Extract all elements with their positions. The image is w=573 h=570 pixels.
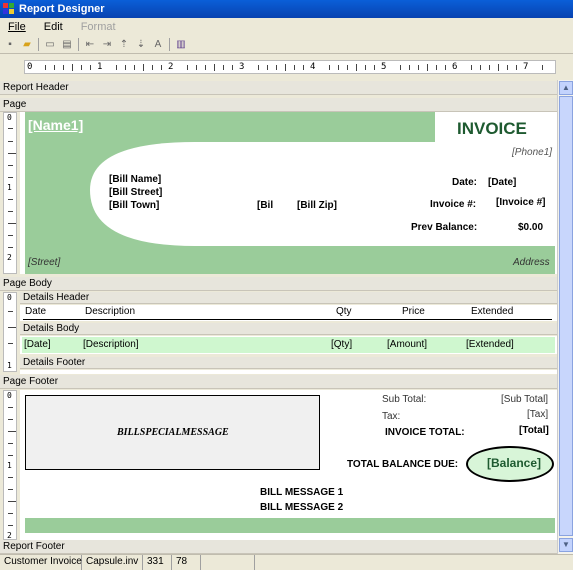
details-footer-canvas: [20, 370, 557, 374]
invoice-number-label[interactable]: Invoice #:: [430, 199, 476, 210]
invoice-total-label[interactable]: INVOICE TOTAL:: [385, 427, 465, 438]
company-name-field[interactable]: [Name1]: [28, 117, 83, 133]
save-icon[interactable]: ▪: [3, 38, 17, 51]
vertical-scrollbar[interactable]: ▲ ▼: [557, 80, 573, 554]
date-field[interactable]: [Date]: [488, 177, 516, 188]
scroll-up-icon[interactable]: ▲: [559, 81, 573, 95]
app-icon: [3, 3, 15, 15]
toolbar-separator: [78, 38, 79, 51]
vertical-ruler-page: 0 1 2: [3, 112, 17, 274]
detail-extended-field[interactable]: [Extended]: [466, 339, 514, 350]
band-report-header[interactable]: Report Header: [0, 81, 557, 95]
bill-message-2[interactable]: BILL MESSAGE 2: [260, 502, 343, 513]
bill-state-field[interactable]: [Bil: [257, 200, 273, 211]
address-label[interactable]: Address: [513, 257, 550, 268]
invoice-total-field[interactable]: [Total]: [519, 425, 549, 436]
balance-field[interactable]: [Balance]: [487, 456, 541, 470]
align-right-icon[interactable]: ⇥: [100, 38, 114, 51]
vertical-ruler-footer: 0 1 2: [3, 390, 17, 540]
band-details-footer[interactable]: Details Footer: [20, 357, 557, 369]
ruler-mark-2: 2: [168, 62, 174, 72]
band-report-footer[interactable]: Report Footer: [0, 540, 557, 554]
page-header-canvas: [Name1] INVOICE [Phone1] [Bill Name] [Bi…: [20, 112, 557, 274]
col-extended-header[interactable]: Extended: [471, 306, 513, 317]
page-footer-canvas: BILLSPECIALMESSAGE Sub Total: [Sub Total…: [20, 390, 557, 540]
status-y-position: 78: [172, 555, 201, 570]
menu-format[interactable]: Format: [81, 21, 116, 33]
prev-balance-value[interactable]: $0.00: [518, 222, 543, 233]
field-icon[interactable]: ▭: [43, 38, 57, 51]
balance-due-label[interactable]: TOTAL BALANCE DUE:: [347, 459, 458, 470]
invoice-number-field[interactable]: [Invoice #]: [496, 197, 545, 208]
bill-name-field[interactable]: [Bill Name]: [109, 174, 161, 185]
title-bar: Report Designer: [0, 0, 573, 18]
textbox-icon[interactable]: ▤: [60, 38, 74, 51]
band-page-body[interactable]: Page Body: [0, 277, 557, 291]
status-x-position: 331: [143, 555, 172, 570]
horizontal-ruler: 0 1 2 3 4 5 6 7: [24, 60, 556, 74]
band-page[interactable]: Page: [0, 98, 557, 112]
col-qty-header[interactable]: Qty: [336, 306, 352, 317]
font-size-icon[interactable]: A: [151, 38, 165, 51]
menu-bar: File Edit Format: [0, 18, 573, 36]
special-message-field[interactable]: BILLSPECIALMESSAGE: [117, 427, 229, 438]
status-file-name: Capsule.inv: [82, 555, 143, 570]
col-description-header[interactable]: Description: [85, 306, 135, 317]
ruler-mark-6: 6: [452, 62, 458, 72]
detail-description-field[interactable]: [Description]: [83, 339, 139, 350]
bill-street-field[interactable]: [Bill Street]: [109, 187, 162, 198]
ruler-mark-4: 4: [310, 62, 316, 72]
horizontal-ruler-area: 0 1 2 3 4 5 6 7: [0, 54, 573, 80]
ruler-mark-5: 5: [381, 62, 387, 72]
details-body-canvas: [Date] [Description] [Qty] [Amount] [Ext…: [20, 336, 557, 354]
status-report-name: Customer Invoice: [0, 555, 82, 570]
align-bottom-icon[interactable]: ⇣: [134, 38, 148, 51]
tax-label[interactable]: Tax:: [382, 411, 400, 422]
date-label[interactable]: Date:: [452, 177, 477, 188]
tax-field[interactable]: [Tax]: [527, 409, 548, 420]
band-page-footer[interactable]: Page Footer: [0, 375, 557, 389]
ruler-mark-1: 1: [97, 62, 103, 72]
details-header-canvas: Date Description Qty Price Extended: [20, 305, 557, 321]
scroll-down-icon[interactable]: ▼: [559, 538, 573, 552]
phone-field[interactable]: [Phone1]: [512, 147, 552, 158]
scroll-thumb[interactable]: [559, 96, 573, 536]
toolbar-separator: [169, 38, 170, 51]
menu-edit[interactable]: Edit: [44, 21, 63, 33]
status-bar: Customer Invoice Capsule.inv 331 78: [0, 554, 573, 570]
align-left-icon[interactable]: ⇤: [83, 38, 97, 51]
footer-green-bar: [25, 518, 555, 533]
window-title: Report Designer: [19, 3, 105, 15]
menu-file[interactable]: File: [8, 21, 26, 33]
ruler-mark-7: 7: [523, 62, 529, 72]
status-panel-empty: [201, 555, 255, 570]
page-setup-icon[interactable]: ▥: [174, 38, 188, 51]
band-details-body[interactable]: Details Body: [20, 323, 557, 335]
col-price-header[interactable]: Price: [402, 306, 425, 317]
invoice-title[interactable]: INVOICE: [457, 119, 527, 139]
subtotal-field[interactable]: [Sub Total]: [501, 394, 548, 405]
report-designer-surface: Report Header Page 0 1 2 [Name1] INVOICE…: [0, 80, 557, 554]
bill-message-1[interactable]: BILL MESSAGE 1: [260, 487, 343, 498]
ruler-mark-0: 0: [27, 62, 33, 72]
prev-balance-label[interactable]: Prev Balance:: [411, 222, 477, 233]
detail-qty-field[interactable]: [Qty]: [331, 339, 352, 350]
vertical-ruler-details: 01: [3, 292, 17, 372]
col-date-header[interactable]: Date: [25, 306, 46, 317]
bill-town-field[interactable]: [Bill Town]: [109, 200, 159, 211]
ruler-mark-3: 3: [239, 62, 245, 72]
toolbar-separator: [38, 38, 39, 51]
detail-date-field[interactable]: [Date]: [24, 339, 51, 350]
bill-zip-field[interactable]: [Bill Zip]: [297, 200, 337, 211]
subtotal-label[interactable]: Sub Total:: [382, 394, 426, 405]
header-underline: [23, 319, 552, 320]
open-folder-icon[interactable]: ▰: [20, 38, 34, 51]
detail-amount-field[interactable]: [Amount]: [387, 339, 427, 350]
band-details-header[interactable]: Details Header: [20, 292, 557, 304]
toolbar: ▪ ▰ ▭ ▤ ⇤ ⇥ ⇡ ⇣ A ▥: [0, 36, 573, 54]
street-field[interactable]: [Street]: [28, 257, 60, 268]
align-top-icon[interactable]: ⇡: [117, 38, 131, 51]
